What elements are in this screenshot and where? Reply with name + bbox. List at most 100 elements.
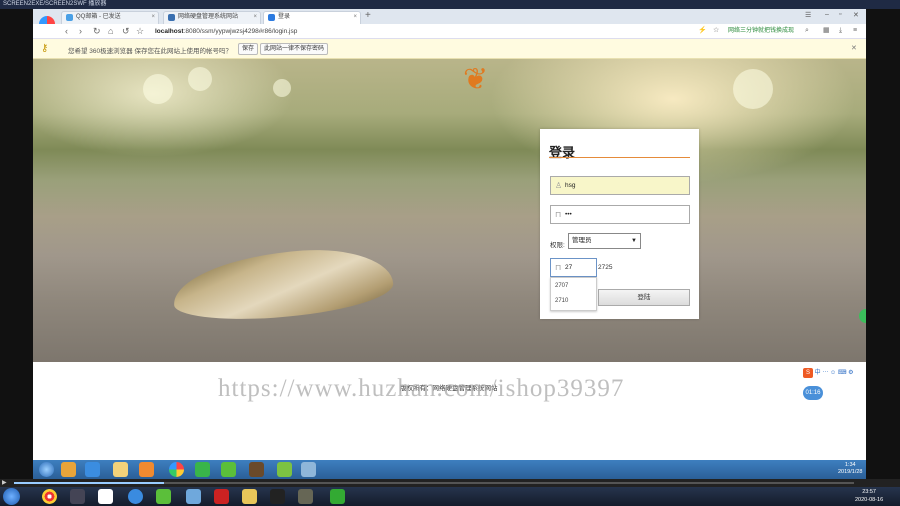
right-player-margin bbox=[866, 9, 900, 479]
autocomplete-item[interactable]: 2710 bbox=[555, 298, 568, 304]
role-label: 权限: bbox=[550, 242, 565, 249]
bokeh-light bbox=[273, 79, 291, 97]
address-toolbar: ‹ › ↻ ⌂ ↺ ☆ localhost:8080/ssm/yypwjwzsj… bbox=[33, 24, 866, 39]
app-icon[interactable] bbox=[221, 462, 236, 477]
app-icon[interactable] bbox=[195, 462, 210, 477]
host-clock: 23:57 2020-08-16 bbox=[855, 488, 883, 504]
play-icon[interactable]: ▶ bbox=[2, 479, 7, 486]
vm-date: 2019/1/28 bbox=[838, 469, 863, 475]
butterfly-logo: ❦ bbox=[463, 63, 489, 96]
username-value: hsg bbox=[565, 182, 576, 189]
forward-icon[interactable]: › bbox=[79, 26, 82, 36]
history-icon[interactable]: ↺ bbox=[122, 26, 130, 36]
app-icon[interactable] bbox=[186, 489, 201, 504]
title-divider bbox=[549, 157, 690, 158]
role-value: 管理员 bbox=[572, 237, 592, 244]
settings-icon[interactable]: ≡ bbox=[853, 26, 857, 36]
maximize-icon[interactable]: ▫ bbox=[839, 11, 841, 18]
captcha-input-value: 27 bbox=[565, 264, 573, 271]
page-background: ❦ 登录 ♙ hsg ⊓ ••• 权限: 管理员 ▼ ⊓ 27 2725 登陆 bbox=[33, 59, 866, 362]
password-input[interactable]: ⊓ ••• bbox=[550, 205, 690, 224]
lock-icon: ⊓ bbox=[555, 263, 562, 272]
app-icon[interactable] bbox=[61, 462, 76, 477]
login-button[interactable]: 登陆 bbox=[598, 289, 690, 306]
host-time: 23:57 bbox=[862, 489, 876, 495]
app-icon[interactable] bbox=[249, 462, 264, 477]
apps-icon[interactable]: ▦ bbox=[823, 26, 830, 36]
start-icon[interactable] bbox=[39, 462, 54, 477]
captcha-input[interactable]: ⊓ 27 bbox=[550, 258, 597, 277]
browser-window: QQ邮箱 - 已发送 × 网络硬盘管理系统网站 × 登录 × + ☰ – ▫ ✕… bbox=[33, 9, 866, 469]
close-icon[interactable]: × bbox=[353, 12, 357, 23]
role-select[interactable]: 管理员 ▼ bbox=[568, 233, 641, 249]
tab-label: QQ邮箱 - 已发送 bbox=[76, 14, 121, 20]
app-icon[interactable] bbox=[98, 489, 113, 504]
vm-clock: 1:34 2019/1/28 bbox=[838, 462, 862, 476]
close-icon[interactable]: × bbox=[151, 12, 155, 23]
chrome-icon[interactable] bbox=[42, 489, 57, 504]
player-title-bar: SCREEN2EXE/SCREEN2SWF 播放器 bbox=[0, 0, 900, 9]
browser-360-icon[interactable] bbox=[169, 462, 184, 477]
home-icon[interactable]: ⌂ bbox=[108, 26, 113, 36]
minimize-icon[interactable]: – bbox=[825, 11, 829, 18]
start-icon[interactable] bbox=[3, 488, 20, 505]
bokeh-light bbox=[733, 69, 773, 109]
flash-icon[interactable] bbox=[214, 489, 229, 504]
left-player-margin bbox=[0, 9, 33, 479]
ime-toolbar[interactable]: S 中 ⋯ ☺ ⌨ ⚙ bbox=[803, 367, 866, 378]
tab-label: 登录 bbox=[278, 14, 291, 20]
page-footer: 版权所有：网络硬盘管理系统网站 https://www.huzhan.com/i… bbox=[33, 362, 866, 469]
app-icon[interactable] bbox=[298, 489, 313, 504]
player-controls: ▶ bbox=[0, 479, 900, 487]
media-icon[interactable] bbox=[139, 462, 154, 477]
save-password-button[interactable]: 保存 bbox=[238, 43, 259, 55]
close-window-icon[interactable]: ✕ bbox=[853, 11, 859, 19]
ie-icon[interactable] bbox=[85, 462, 100, 477]
save-password-bar: ⚷ 您希望 360极速浏览器 保存您在此网站上使用的帐号吗？ 保存 此网站一律不… bbox=[33, 39, 866, 59]
close-bar-icon[interactable]: ✕ bbox=[851, 44, 857, 52]
username-input[interactable]: ♙ hsg bbox=[550, 176, 690, 195]
star-icon[interactable]: ☆ bbox=[136, 26, 144, 36]
back-icon[interactable]: ‹ bbox=[65, 26, 68, 36]
bookmark-star-icon[interactable]: ☆ bbox=[713, 26, 719, 36]
lightning-icon[interactable]: ⚡ bbox=[698, 26, 707, 36]
key-icon: ⚷ bbox=[41, 43, 49, 54]
app-icon[interactable] bbox=[330, 489, 345, 504]
bokeh-light bbox=[188, 67, 212, 91]
download-icon[interactable]: ⤓ bbox=[839, 26, 842, 36]
seek-progress bbox=[14, 482, 164, 484]
sogou-icon: S bbox=[803, 368, 813, 378]
reload-icon[interactable]: ↻ bbox=[93, 26, 101, 36]
qq-icon[interactable] bbox=[270, 489, 285, 504]
search-icon[interactable]: ⌕ bbox=[805, 26, 809, 36]
app-icon[interactable] bbox=[301, 462, 316, 477]
tab-qq-mail[interactable]: QQ邮箱 - 已发送 × bbox=[61, 11, 159, 24]
watermark-text: https://www.huzhan.com/ishop39397 bbox=[218, 375, 625, 402]
folder-icon[interactable] bbox=[113, 462, 128, 477]
tab-login[interactable]: 登录 × bbox=[263, 11, 361, 24]
tab-disk-system[interactable]: 网络硬盘管理系统网站 × bbox=[163, 11, 261, 24]
app-icon[interactable] bbox=[70, 489, 85, 504]
save-password-message: 您希望 360极速浏览器 保存您在此网站上使用的帐号吗？ bbox=[68, 48, 232, 55]
never-save-button[interactable]: 此网站一律不保存密码 bbox=[260, 43, 329, 55]
autocomplete-item[interactable]: 2707 bbox=[555, 283, 568, 289]
folder-icon[interactable] bbox=[242, 489, 257, 504]
url-input[interactable]: localhost:8080/ssm/yypwjwzsj4298#r86/log… bbox=[155, 26, 695, 37]
app-icon[interactable] bbox=[156, 489, 171, 504]
side-widget-tab[interactable] bbox=[859, 309, 866, 323]
tab-label: 网络硬盘管理系统网站 bbox=[178, 14, 239, 20]
autocomplete-dropdown: 2707 2710 bbox=[550, 277, 597, 311]
lock-icon: ⊓ bbox=[555, 210, 562, 219]
app-icon[interactable] bbox=[277, 462, 292, 477]
leaf-image bbox=[171, 244, 395, 325]
captcha-code[interactable]: 2725 bbox=[598, 264, 612, 271]
promo-link[interactable]: 网络三分钟就把钱换成现 bbox=[728, 26, 794, 37]
vm-taskbar: 1:34 2019/1/28 bbox=[33, 460, 866, 479]
user-icon: ♙ bbox=[555, 181, 563, 190]
app-icon[interactable] bbox=[128, 489, 143, 504]
url-host: localhost bbox=[155, 28, 184, 35]
new-tab-button[interactable]: + bbox=[365, 10, 371, 21]
menu-icon[interactable]: ☰ bbox=[805, 11, 811, 19]
close-icon[interactable]: × bbox=[253, 12, 257, 23]
tab-bar: QQ邮箱 - 已发送 × 网络硬盘管理系统网站 × 登录 × + ☰ – ▫ ✕ bbox=[33, 9, 866, 24]
